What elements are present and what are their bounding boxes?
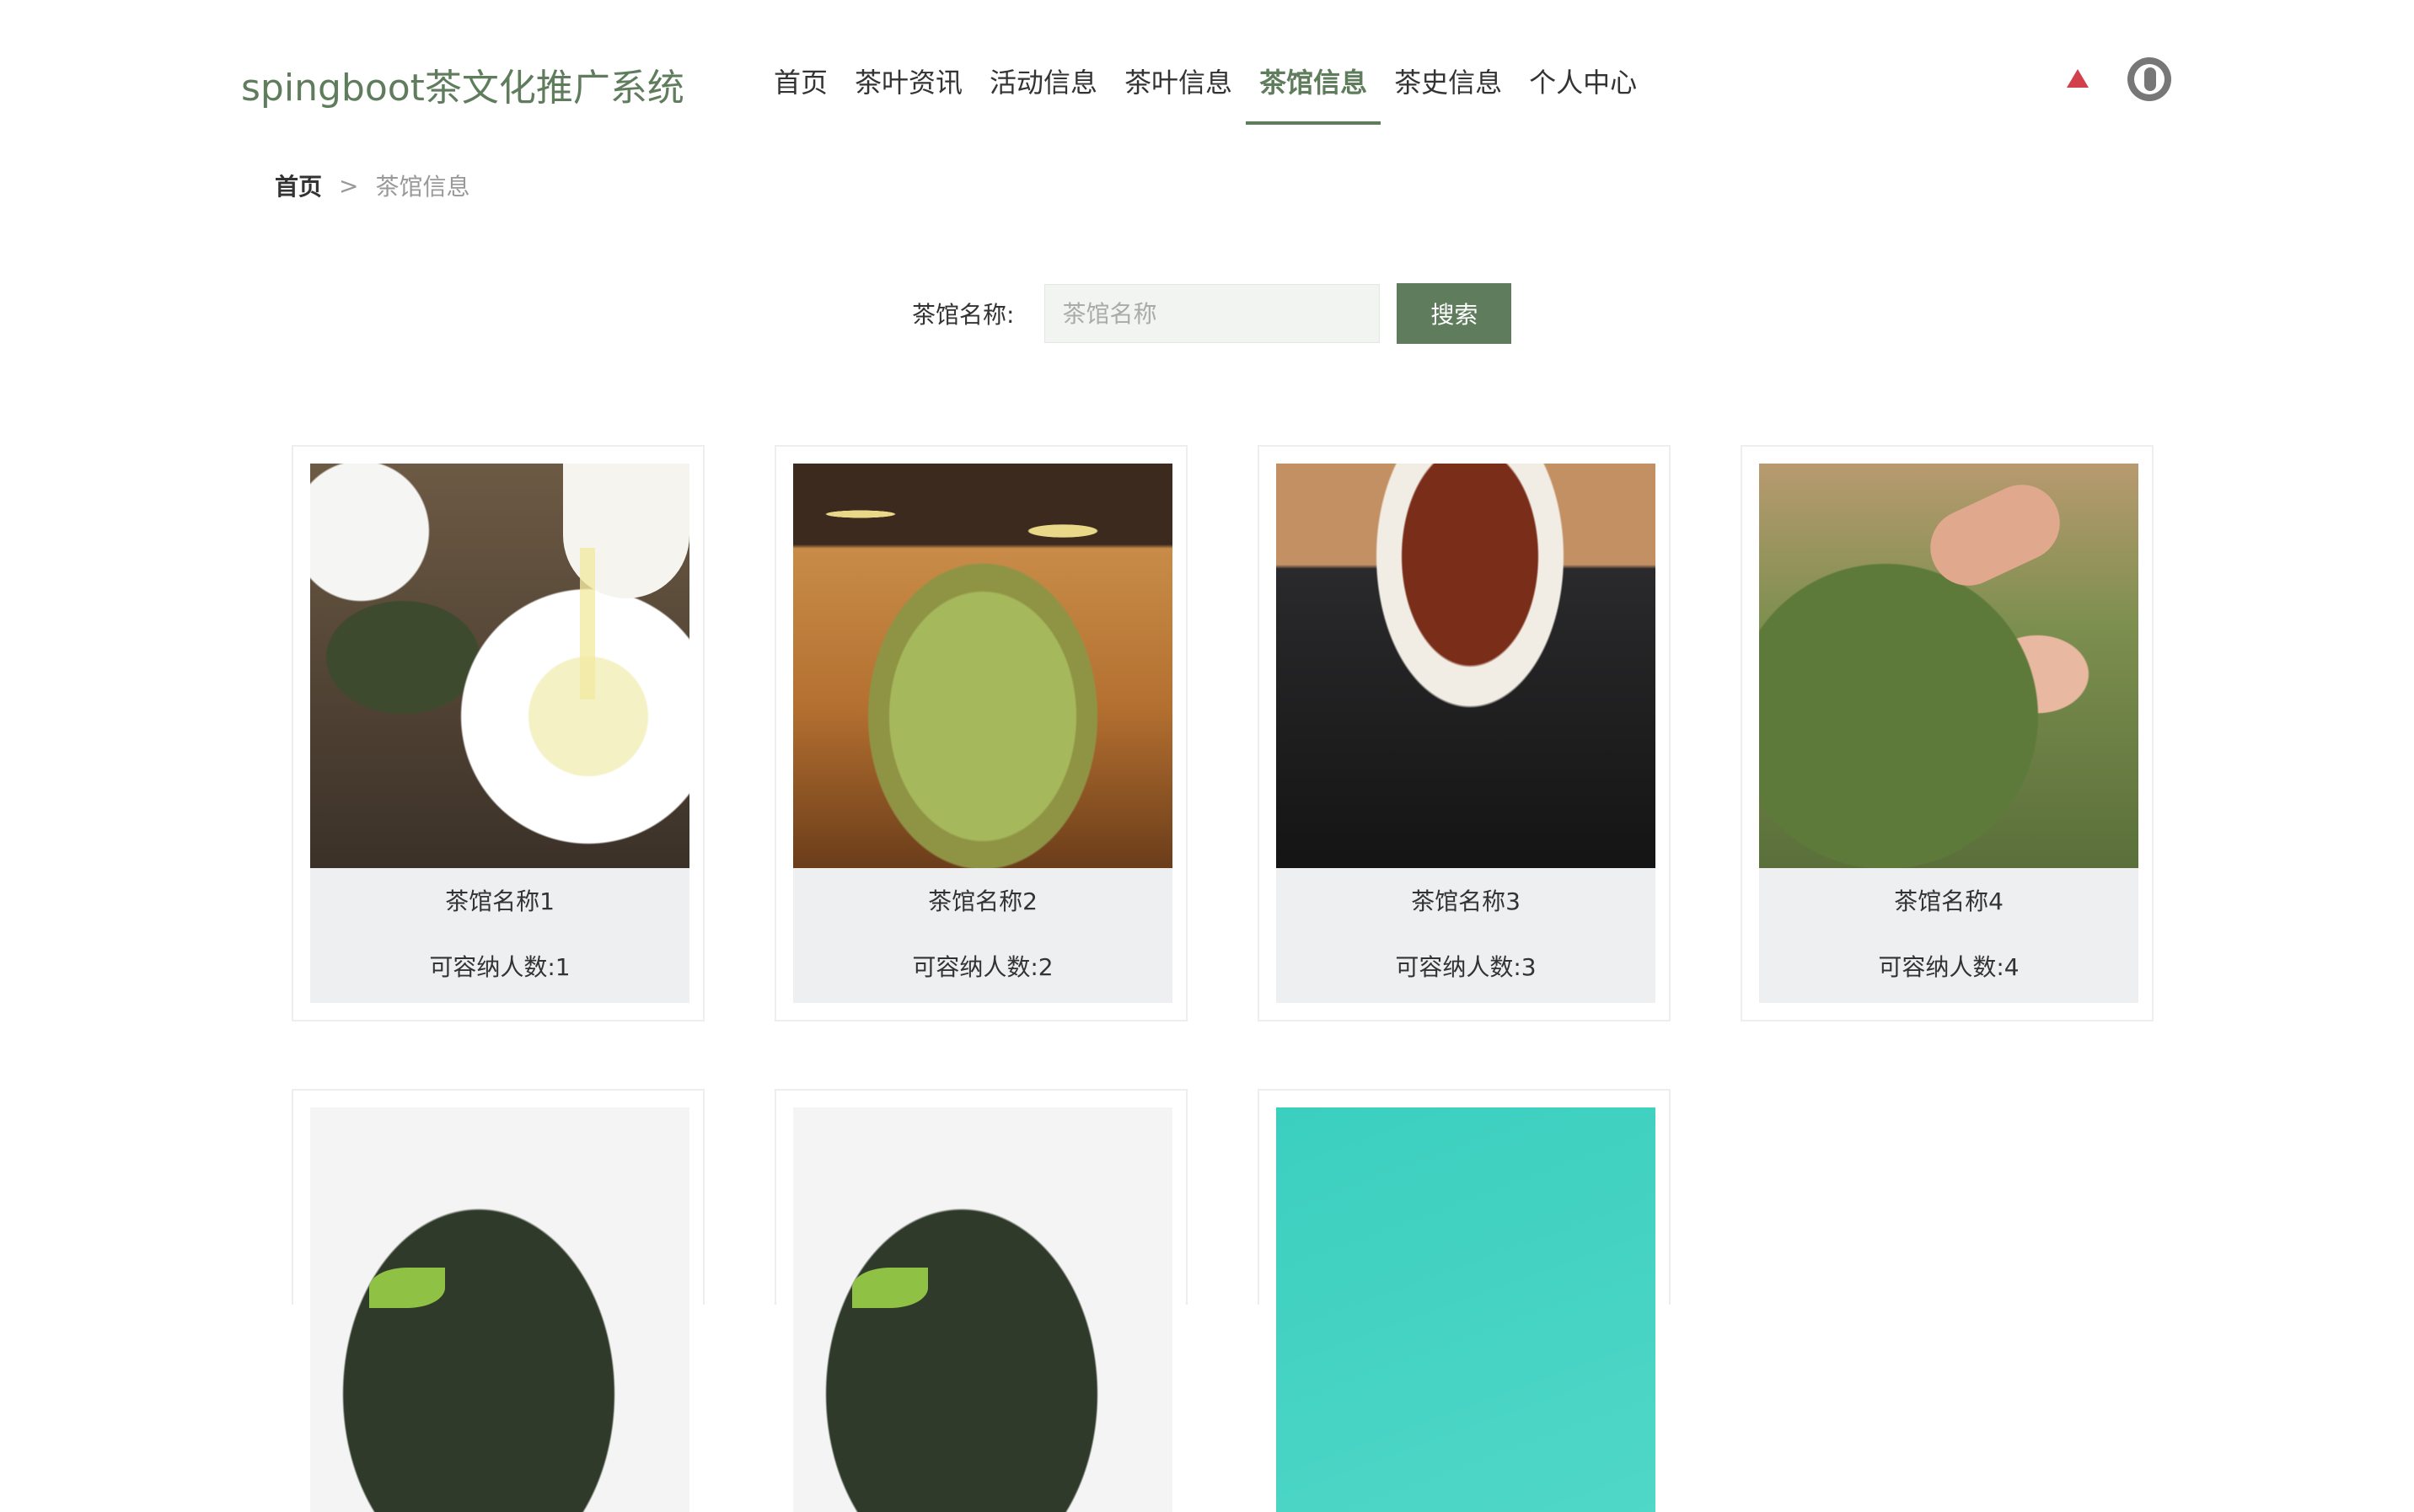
nav-item-profile[interactable]: 个人中心 [1529,59,1637,125]
nav-item-activities[interactable]: 活动信息 [990,59,1097,125]
teahouse-card[interactable]: 茶馆名称4 可容纳人数:4 [1741,445,2154,1021]
teahouse-name: 茶馆名称1 [445,887,555,915]
search-button[interactable]: 搜索 [1397,283,1512,344]
up-arrow-icon[interactable] [2067,69,2089,88]
nav-item-tea-history[interactable]: 茶史信息 [1394,59,1502,125]
teahouse-card[interactable] [1258,1089,1671,1512]
teahouse-card[interactable]: 茶馆名称1 可容纳人数:1 [292,445,705,1021]
nav-item-tea-info[interactable]: 茶叶信息 [1124,59,1232,125]
breadcrumb-separator: > [339,171,359,200]
breadcrumb-current: 茶馆信息 [375,173,470,201]
main-nav: 首页 茶叶资讯 活动信息 茶叶信息 茶馆信息 茶史信息 个人中心 [774,59,1664,126]
teahouse-capacity: 可容纳人数:2 [912,953,1054,981]
breadcrumb-home[interactable]: 首页 [275,169,322,202]
teahouse-capacity: 可容纳人数:3 [1395,953,1537,981]
teahouse-image[interactable] [793,1107,1172,1512]
teahouse-image[interactable] [1276,1107,1655,1512]
header: spingboot茶文化推广系统 首页 茶叶资讯 活动信息 茶叶信息 茶馆信息 … [0,0,2414,126]
teahouse-capacity: 可容纳人数:4 [1878,953,2020,981]
teahouse-image[interactable] [1276,464,1655,868]
nav-item-teahouse[interactable]: 茶馆信息 [1246,59,1381,125]
teahouse-image[interactable] [310,464,689,868]
search-bar: 茶馆名称: 搜索 [912,283,1512,344]
teahouse-image[interactable] [1759,464,2138,868]
teahouse-image[interactable] [310,1107,689,1512]
nav-item-tea-news[interactable]: 茶叶资讯 [855,59,963,125]
search-input[interactable] [1044,284,1381,343]
teahouse-card[interactable] [292,1089,705,1512]
breadcrumb: 首页 > 茶馆信息 [275,169,470,202]
teahouse-image[interactable] [793,464,1172,868]
site-title[interactable]: spingboot茶文化推广系统 [241,57,684,111]
teahouse-name: 茶馆名称4 [1894,887,2004,915]
nav-item-home[interactable]: 首页 [774,59,828,125]
search-label: 茶馆名称: [912,301,1015,329]
teahouse-card[interactable]: 茶馆名称3 可容纳人数:3 [1258,445,1671,1021]
avatar[interactable] [2127,57,2171,101]
teahouse-name: 茶馆名称3 [1411,887,1521,915]
teahouse-capacity: 可容纳人数:1 [429,953,571,981]
teahouse-card[interactable] [775,1089,1188,1512]
teahouse-name: 茶馆名称2 [928,887,1038,915]
teahouse-card[interactable]: 茶馆名称2 可容纳人数:2 [775,445,1188,1021]
